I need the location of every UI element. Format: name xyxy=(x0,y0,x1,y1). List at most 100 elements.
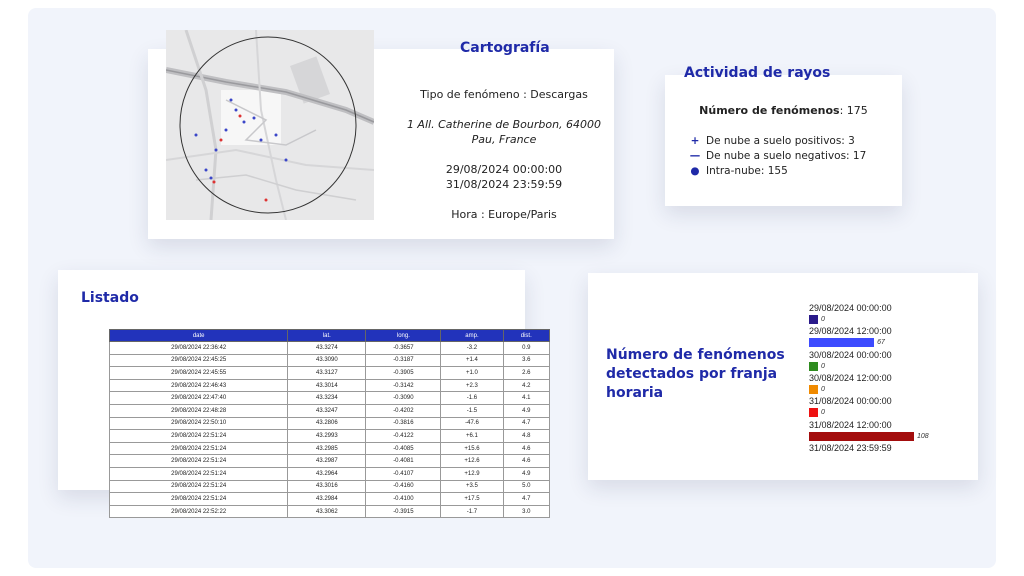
cell-date: 29/08/2024 22:51:24 xyxy=(108,441,289,456)
cell-dist: 4.7 xyxy=(502,416,551,431)
cell-amp: -47.6 xyxy=(440,416,504,431)
cell-lat: 43.3127 xyxy=(287,366,367,380)
legend-negative: — De nube a suelo negativos: 17 xyxy=(688,150,867,162)
map-svg xyxy=(166,30,374,220)
bar-value-label: 108 xyxy=(917,432,929,440)
cell-lat: 43.3247 xyxy=(287,403,367,418)
cell-date: 29/08/2024 22:51:24 xyxy=(108,479,289,494)
cell-date: 29/08/2024 22:51:24 xyxy=(108,454,289,468)
count-value: : 175 xyxy=(839,104,868,117)
date-end: 31/08/2024 23:59:59 xyxy=(445,178,563,191)
table-row: 29/08/2024 22:51:24 43.3016 -0.4160 +3.5 5.0 xyxy=(108,479,551,494)
cell-dist: 4.2 xyxy=(502,378,551,393)
cell-amp: +15.6 xyxy=(440,441,504,456)
cell-lat: 43.3062 xyxy=(287,504,367,519)
actividad-title: Actividad de rayos xyxy=(684,65,831,81)
cell-lat: 43.3014 xyxy=(287,378,367,393)
cell-date: 29/08/2024 22:46:43 xyxy=(108,378,289,393)
cell-lat: 43.3016 xyxy=(287,479,367,494)
table-row: 29/08/2024 22:51:24 43.2987 -0.4081 +12.6 4.… xyxy=(108,454,551,468)
legend-label: De nube a suelo negativos: 17 xyxy=(706,150,867,162)
table-row: 29/08/2024 22:51:24 43.2984 -0.4100 +17.5 4.… xyxy=(108,492,551,506)
cell-dist: 3.0 xyxy=(502,504,551,519)
cell-long: -0.3187 xyxy=(365,353,442,368)
table-row: 29/08/2024 22:51:24 43.2964 -0.4107 +12.9 4.… xyxy=(108,466,551,481)
cell-lat: 43.3234 xyxy=(287,391,367,405)
cell-long: -0.3816 xyxy=(365,416,442,431)
legend-intranube: ● Intra-nube: 155 xyxy=(688,165,788,177)
cell-lat: 43.2993 xyxy=(287,429,367,443)
cell-date: 29/08/2024 22:51:24 xyxy=(108,429,289,443)
chart-bar xyxy=(809,408,818,418)
cell-lat: 43.3090 xyxy=(287,353,367,368)
cell-long: -0.4100 xyxy=(365,492,442,506)
cell-dist: 4.8 xyxy=(502,429,551,443)
cell-dist: 5.0 xyxy=(502,479,551,494)
cell-long: -0.4085 xyxy=(365,441,442,456)
cell-amp: -1.5 xyxy=(440,403,504,418)
legend-label: De nube a suelo positivos: 3 xyxy=(706,135,855,147)
cell-amp: +3.5 xyxy=(440,479,504,494)
chart-bar xyxy=(809,338,875,348)
table-header-row: date lat. long. amp. dist. xyxy=(108,329,551,342)
count-label: Número de fenómenos xyxy=(699,104,840,117)
chart-bar xyxy=(809,361,818,371)
lightning-map[interactable] xyxy=(166,30,374,220)
time-label: 29/08/2024 00:00:00 xyxy=(809,303,892,313)
bar-value-label: 0 xyxy=(821,316,825,323)
cell-amp: -3.2 xyxy=(440,341,504,355)
cell-date: 29/08/2024 22:51:24 xyxy=(108,492,289,506)
cell-dist: 4.9 xyxy=(502,466,551,481)
cell-long: -0.4081 xyxy=(365,454,442,468)
cell-amp: +2.3 xyxy=(440,378,504,393)
cell-date: 29/08/2024 22:51:24 xyxy=(108,466,289,481)
table-row: 29/08/2024 22:51:24 43.2985 -0.4085 +15.6 4.… xyxy=(108,441,551,456)
time-label: 30/08/2024 00:00:00 xyxy=(809,349,892,360)
cell-lat: 43.2987 xyxy=(287,454,367,468)
cell-long: -0.3915 xyxy=(365,504,442,519)
cell-date: 29/08/2024 22:52:22 xyxy=(108,504,289,519)
cell-lat: 43.2984 xyxy=(287,492,367,506)
cell-lat: 43.2806 xyxy=(287,416,367,431)
address-line2: Pau, France xyxy=(471,133,537,146)
cell-date: 29/08/2024 22:50:10 xyxy=(108,416,289,431)
cell-date: 29/08/2024 22:45:25 xyxy=(108,353,289,368)
cell-dist: 2.6 xyxy=(502,366,551,380)
cell-amp: +6.1 xyxy=(440,429,504,443)
cell-amp: -1.6 xyxy=(440,391,504,405)
address-line1: 1 All. Catherine de Bourbon, 64000 xyxy=(406,118,602,131)
bar-value-label: 0 xyxy=(821,362,825,370)
col-long: long. xyxy=(365,329,442,342)
fenomenos-count: Número de fenómenos: 175 xyxy=(665,104,902,117)
table-row: 29/08/2024 22:52:22 43.3062 -0.3915 -1.7 3.0 xyxy=(108,504,551,519)
cell-long: -0.3142 xyxy=(365,378,442,393)
legend-label: Intra-nube: 155 xyxy=(706,165,788,177)
time-label: 29/08/2024 12:00:00 xyxy=(809,326,892,337)
bar-value-label: 67 xyxy=(877,339,885,347)
timezone-label: Hora : Europe/Paris xyxy=(451,208,557,221)
table-row: 29/08/2024 22:48:28 43.3247 -0.4202 -1.5 4.9 xyxy=(108,403,551,418)
minus-icon: — xyxy=(689,150,701,162)
cell-long: -0.4202 xyxy=(365,403,442,418)
dot-icon: ● xyxy=(690,165,700,177)
cell-dist: 4.7 xyxy=(502,492,551,506)
bar-value-label: 0 xyxy=(821,409,825,417)
cell-dist: 4.1 xyxy=(502,391,551,405)
listado-title: Listado xyxy=(81,290,139,306)
cell-dist: 4.6 xyxy=(502,441,551,456)
col-amp: amp. xyxy=(440,329,504,342)
chart-bar xyxy=(809,315,818,324)
cell-lat: 43.2985 xyxy=(287,441,367,456)
cell-date: 29/08/2024 22:36:42 xyxy=(108,341,289,355)
tipo-fenomeno: Tipo de fenómeno : Descargas xyxy=(420,88,588,101)
cell-amp: +17.5 xyxy=(440,492,504,506)
table-row: 29/08/2024 22:51:24 43.2993 -0.4122 +6.1 4.8 xyxy=(108,429,551,443)
table-row: 29/08/2024 22:50:10 43.2806 -0.3816 -47.6 4.… xyxy=(108,416,551,431)
cell-amp: +1.4 xyxy=(440,353,504,368)
col-dist: dist. xyxy=(502,329,551,342)
date-start: 29/08/2024 00:00:00 xyxy=(445,163,563,176)
table-row: 29/08/2024 22:45:55 43.3127 -0.3905 +1.0 2.6 xyxy=(108,366,551,380)
lightning-table: date lat. long. amp. dist. 29/08/2024 22… xyxy=(108,329,551,519)
col-date: date xyxy=(108,329,289,342)
time-label: 31/08/2024 00:00:00 xyxy=(809,396,892,407)
